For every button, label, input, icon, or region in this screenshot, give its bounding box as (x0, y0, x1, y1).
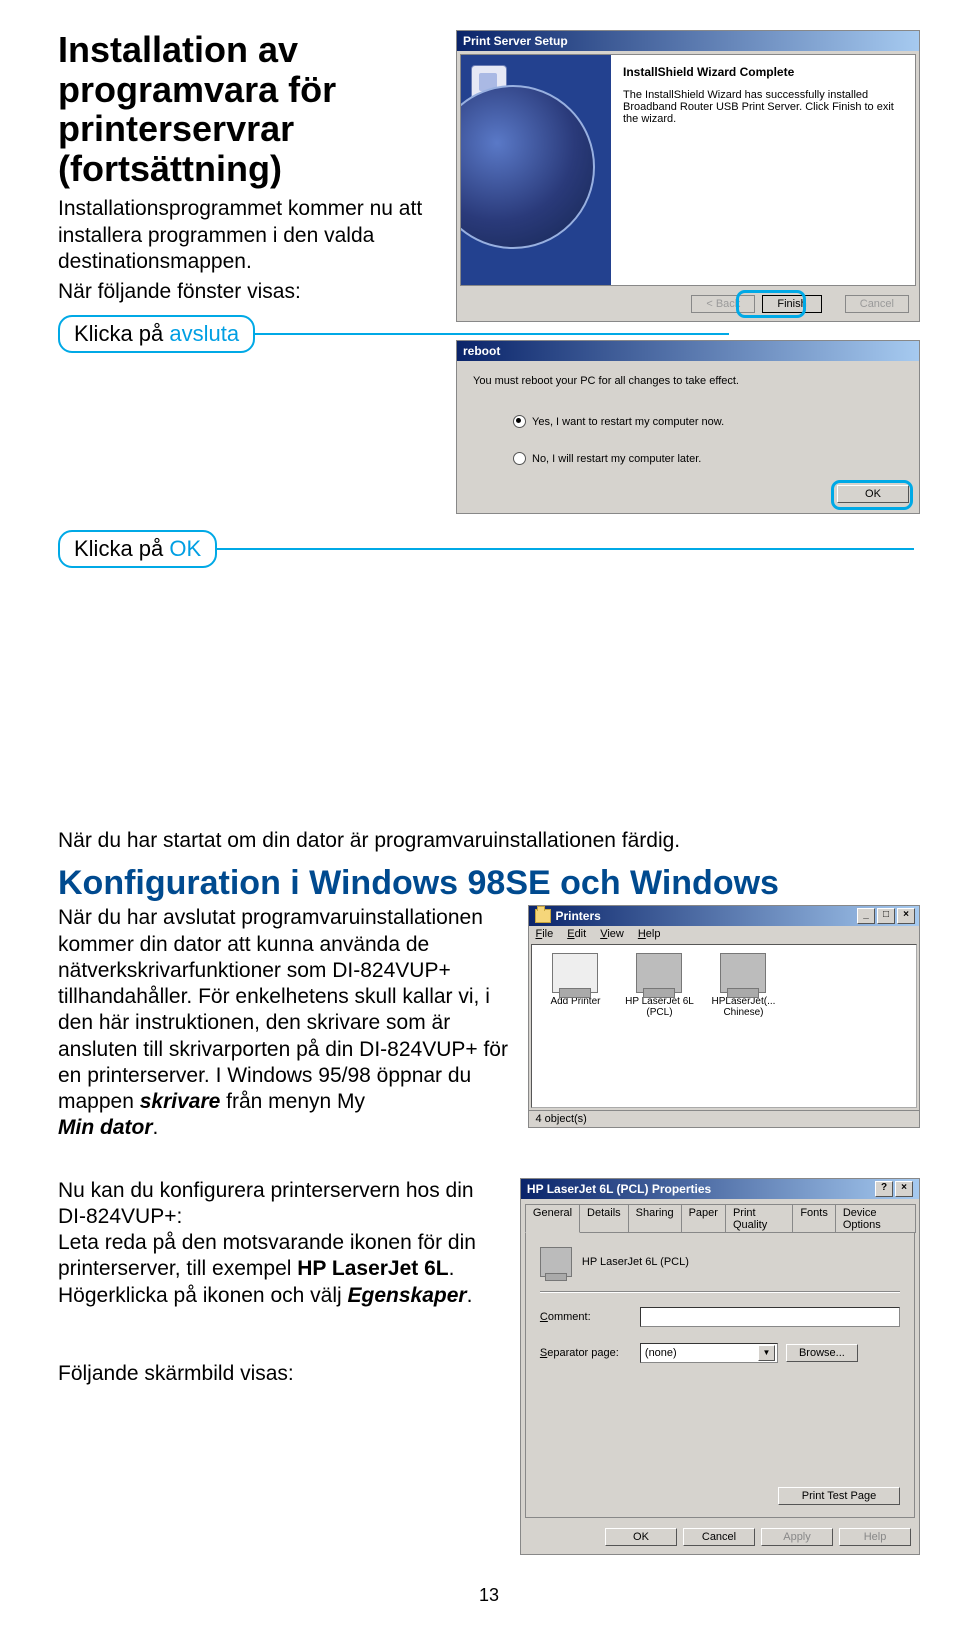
printer-item-hp6l[interactable]: HP LaserJet 6L (PCL) (624, 953, 694, 1018)
wizard-complete-text: The InstallShield Wizard has successfull… (623, 89, 903, 125)
print-test-page-button[interactable]: Print Test Page (778, 1487, 900, 1505)
tab-print-quality[interactable]: Print Quality (725, 1204, 793, 1233)
props-intro1: Nu kan du konfigurera printerservern hos… (58, 1179, 474, 1228)
props-printer-name: HP LaserJet 6L (PCL) (582, 1256, 689, 1268)
printers-status: 4 object(s) (535, 1113, 586, 1125)
close-icon[interactable]: × (895, 1181, 913, 1197)
radio-selected-icon (513, 415, 526, 428)
page-title: Installation av programvara för printers… (58, 30, 444, 188)
printer-icon (540, 1247, 572, 1277)
props-apply-button[interactable]: Apply (761, 1528, 833, 1546)
intro-paragraph-2: När följande fönster visas: (58, 279, 444, 305)
props-titlebar: HP LaserJet 6L (PCL) Properties (527, 1182, 711, 1196)
tab-paper[interactable]: Paper (681, 1204, 726, 1233)
callout-ok-word: OK (169, 536, 201, 561)
connector-line (216, 548, 914, 550)
finish-button[interactable]: Finish (762, 295, 821, 313)
back-button[interactable]: < Back (691, 295, 755, 313)
config-paragraph-tail2: . (153, 1116, 159, 1139)
printer-item-hpchinese[interactable]: HPLaserJet(... Chinese) (708, 953, 778, 1018)
reboot-no-option[interactable]: No, I will restart my computer later. (513, 452, 903, 465)
tab-general[interactable]: General (525, 1204, 580, 1233)
callout-finish-word: avsluta (169, 321, 239, 346)
printer-label-hpchinese: HPLaserJet(... Chinese) (712, 996, 776, 1018)
reboot-dialog: reboot You must reboot your PC for all c… (456, 340, 920, 514)
separator-label: Separator page: (540, 1347, 632, 1359)
reboot-no-label: No, I will restart my computer later. (532, 453, 701, 465)
properties-dialog: HP LaserJet 6L (PCL) Properties ? × Gene… (520, 1178, 920, 1555)
help-icon[interactable]: ? (875, 1181, 893, 1197)
radio-unselected-icon (513, 452, 526, 465)
reboot-yes-label: Yes, I want to restart my computer now. (532, 416, 724, 428)
wizard-complete-heading: InstallShield Wizard Complete (623, 65, 903, 79)
browse-button[interactable]: Browse... (786, 1344, 858, 1362)
add-printer-item[interactable]: Add Printer (540, 953, 610, 1007)
config-em-mindator: Min dator (58, 1116, 153, 1139)
reboot-ok-button[interactable]: OK (837, 485, 909, 503)
menu-file[interactable]: File (535, 928, 553, 940)
config-heading: Konfiguration i Windows 98SE och Windows (58, 864, 920, 903)
props-ok-button[interactable]: OK (605, 1528, 677, 1546)
printers-window: Printers _ □ × File Edit View Help Add P… (528, 905, 920, 1128)
maximize-icon[interactable]: □ (877, 908, 895, 924)
installshield-wizard-window: Print Server Setup InstallShield Wizard … (456, 30, 920, 322)
printers-menubar: File Edit View Help (529, 926, 919, 942)
menu-help[interactable]: Help (638, 928, 661, 940)
props-intro2e: . (467, 1284, 473, 1307)
props-help-button[interactable]: Help (839, 1528, 911, 1546)
printer-icon (636, 953, 682, 993)
callout-ok-prefix: Klicka på (74, 536, 169, 561)
props-cancel-button[interactable]: Cancel (683, 1528, 755, 1546)
reboot-yes-option[interactable]: Yes, I want to restart my computer now. (513, 415, 903, 428)
separator-combo[interactable]: (none) ▼ (640, 1343, 778, 1363)
comment-label: Comment: (540, 1311, 632, 1323)
page-number: 13 (58, 1585, 920, 1606)
tab-fonts[interactable]: Fonts (792, 1204, 836, 1233)
reboot-message: You must reboot your PC for all changes … (473, 375, 903, 387)
following-text: Följande skärmbild visas: (58, 1362, 294, 1385)
config-paragraph: När du har avslutat programvaruinstallat… (58, 906, 508, 1113)
minimize-icon[interactable]: _ (857, 908, 875, 924)
config-paragraph-tail: från menyn My (220, 1090, 365, 1113)
printers-title: Printers (555, 909, 600, 923)
tab-details[interactable]: Details (579, 1204, 629, 1233)
printer-label-hp6l: HP LaserJet 6L (PCL) (625, 996, 694, 1018)
close-icon[interactable]: × (897, 908, 915, 924)
menu-view[interactable]: View (600, 928, 624, 940)
separator-value: (none) (645, 1347, 677, 1359)
callout-finish-prefix: Klicka på (74, 321, 169, 346)
folder-icon (535, 909, 551, 923)
callout-ok: Klicka på OK (58, 530, 217, 568)
cancel-button[interactable]: Cancel (845, 295, 909, 313)
config-em-skrivare: skrivare (140, 1090, 221, 1113)
globe-graphic (461, 85, 595, 249)
wizard-titlebar: Print Server Setup (457, 31, 919, 51)
printer-icon (720, 953, 766, 993)
tab-sharing[interactable]: Sharing (628, 1204, 682, 1233)
chevron-down-icon: ▼ (758, 1345, 775, 1361)
props-intro-egenskaper: Egenskaper (348, 1284, 467, 1307)
add-printer-icon (552, 953, 598, 993)
intro-paragraph-1: Installationsprogrammet kommer nu att in… (58, 196, 444, 275)
comment-input[interactable] (640, 1307, 900, 1327)
callout-finish: Klicka på avsluta (58, 315, 255, 353)
after-restart-text: När du har startat om din dator är progr… (58, 828, 920, 854)
wizard-sidebar-graphic (461, 55, 611, 285)
menu-edit[interactable]: Edit (567, 928, 586, 940)
props-intro-hp: HP LaserJet 6L (297, 1257, 448, 1280)
connector-line (254, 333, 729, 335)
tab-device-options[interactable]: Device Options (835, 1204, 916, 1233)
